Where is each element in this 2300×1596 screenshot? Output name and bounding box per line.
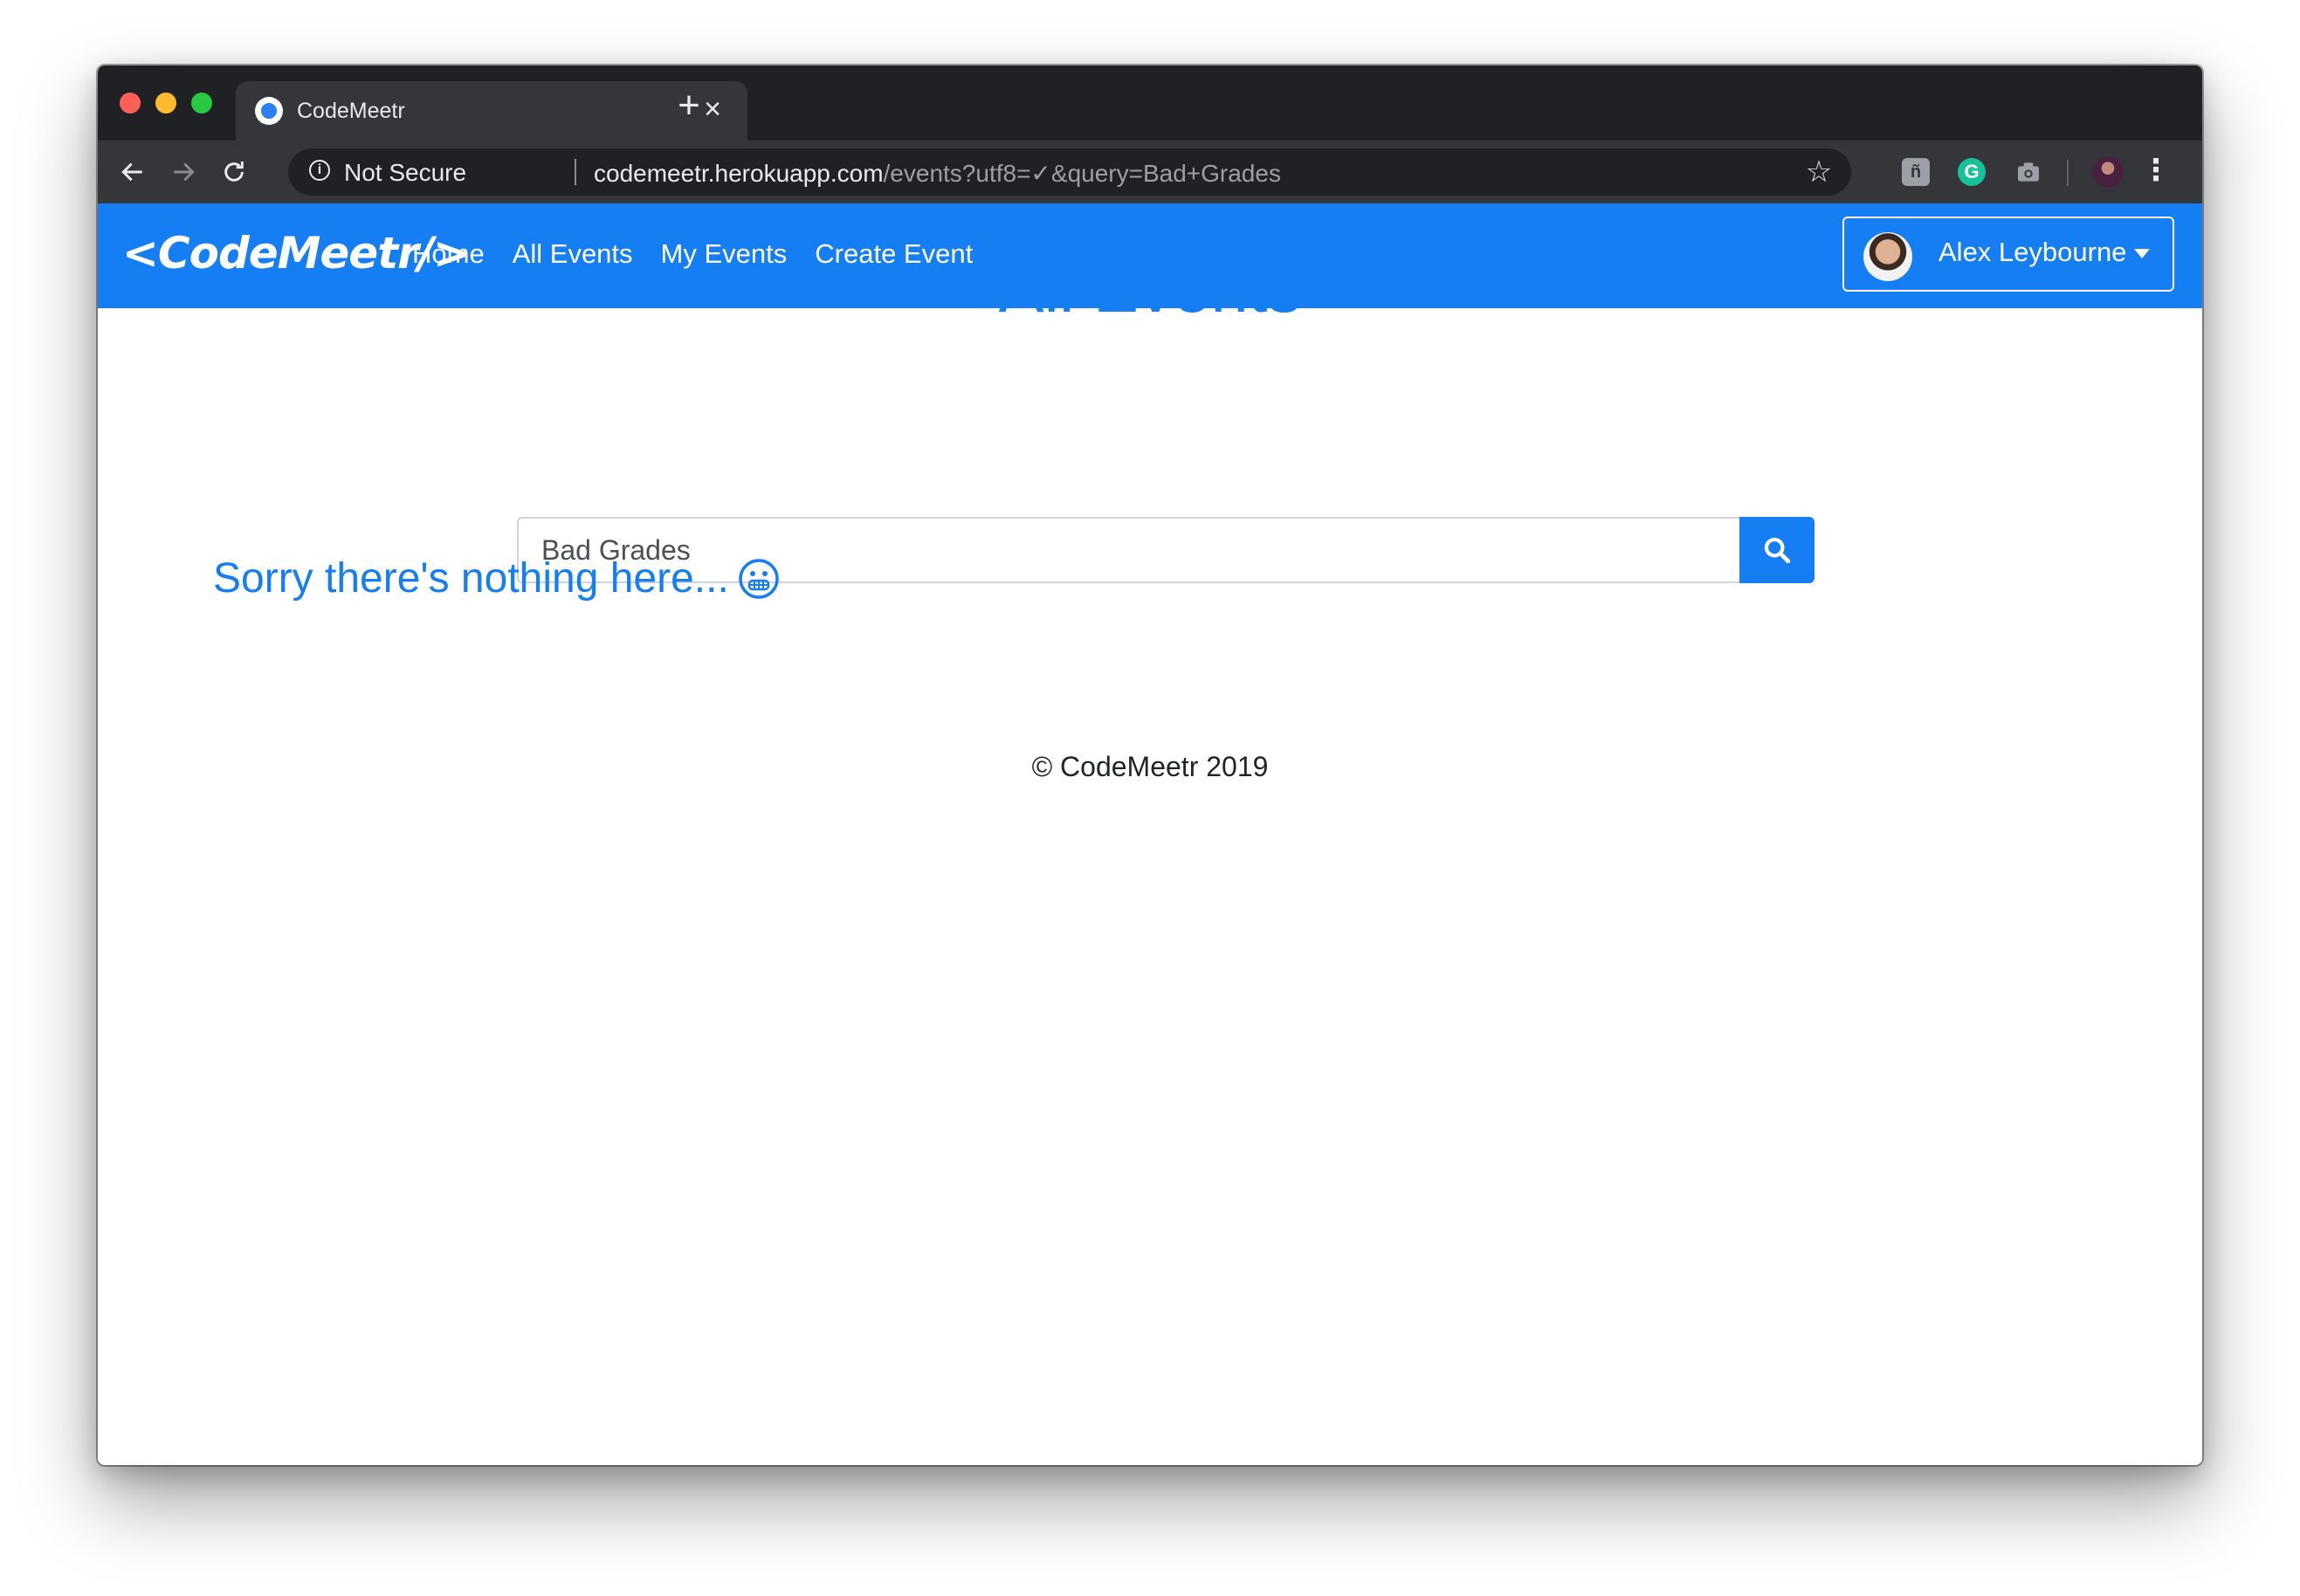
bookmark-star-icon[interactable]: ☆ bbox=[1802, 155, 1835, 189]
minimize-window-button[interactable] bbox=[155, 93, 176, 114]
new-tab-icon[interactable]: + bbox=[667, 85, 711, 128]
url-path: /events?utf8=✓&query=Bad+Grades bbox=[883, 160, 1281, 187]
omnibox-divider bbox=[575, 159, 576, 185]
grammarly-icon[interactable]: G bbox=[1958, 158, 1986, 186]
grimace-face-icon bbox=[739, 558, 779, 599]
forward-icon[interactable] bbox=[164, 153, 203, 191]
profile-avatar[interactable] bbox=[2092, 156, 2124, 188]
url-text[interactable]: codemeetr.herokuapp.com/events?utf8=✓&qu… bbox=[594, 159, 1281, 188]
reload-icon[interactable] bbox=[215, 153, 253, 191]
web-page: <CodeMeetr/> Home All Events My Events C… bbox=[98, 203, 2202, 1465]
empty-message: Sorry there's nothing here... bbox=[213, 555, 729, 602]
url-host: codemeetr.herokuapp.com bbox=[594, 160, 884, 187]
address-bar[interactable]: i Not Secure codemeetr.herokuapp.com/eve… bbox=[288, 148, 1851, 196]
more-menu-icon[interactable]: ⋮ bbox=[2141, 153, 2171, 191]
browser-toolbar: i Not Secure codemeetr.herokuapp.com/eve… bbox=[98, 141, 2202, 203]
favicon-icon bbox=[255, 97, 283, 125]
empty-state: Sorry there's nothing here... bbox=[213, 554, 780, 602]
close-window-button[interactable] bbox=[120, 93, 141, 114]
tab-strip: CodeMeetr × + bbox=[98, 65, 2202, 141]
zoom-window-button[interactable] bbox=[191, 93, 212, 114]
extension-icon[interactable]: ñ bbox=[1902, 158, 1930, 186]
back-icon[interactable] bbox=[114, 153, 152, 191]
tab-title: CodeMeetr bbox=[297, 99, 405, 123]
toolbar-divider bbox=[2067, 160, 2069, 186]
search-icon bbox=[1764, 537, 1791, 564]
camera-icon[interactable] bbox=[2014, 158, 2042, 186]
page-title: All Events bbox=[998, 250, 1302, 327]
security-label[interactable]: Not Secure bbox=[344, 159, 466, 187]
search-button[interactable] bbox=[1739, 517, 1815, 583]
info-icon[interactable]: i bbox=[309, 160, 330, 181]
browser-window: CodeMeetr × + i Not Secure codemeetr.her… bbox=[98, 65, 2202, 1465]
footer-copyright: © CodeMeetr 2019 bbox=[1031, 751, 1269, 782]
